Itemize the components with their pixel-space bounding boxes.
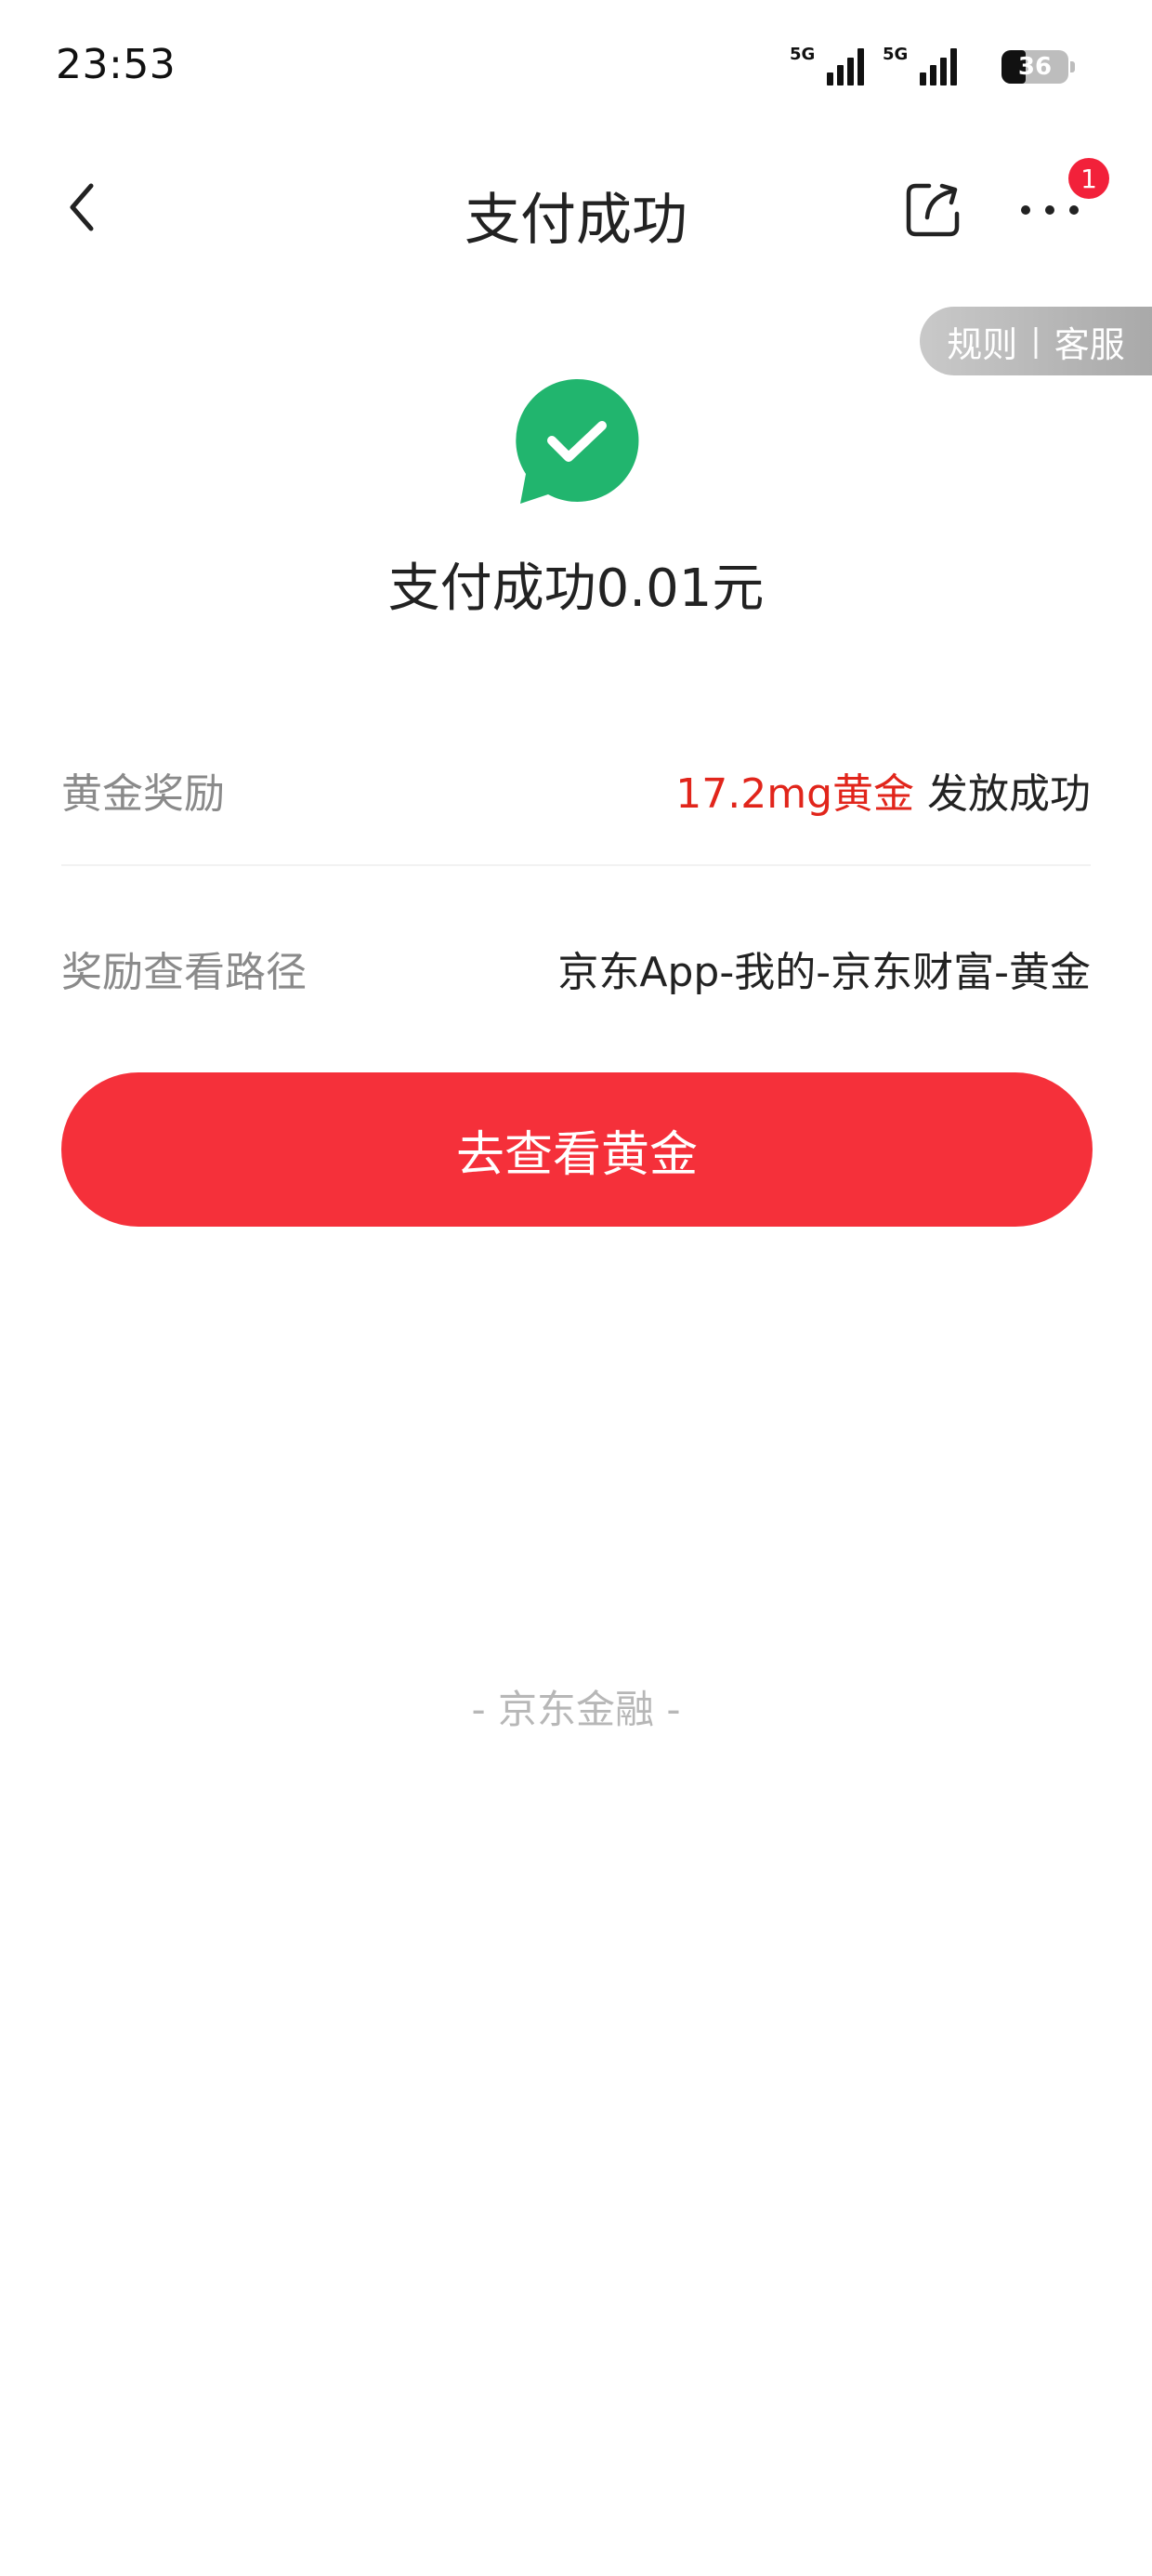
reward-path-value: 京东App-我的-京东财富-黄金: [557, 949, 1091, 996]
page-title: 支付成功: [465, 188, 687, 253]
payment-success-text: 支付成功0.01元: [387, 559, 765, 619]
signal-5g-icon: 5G: [790, 43, 873, 91]
gold-reward-value: 17.2mg黄金 发放成功: [675, 760, 1091, 820]
rules-link[interactable]: 规则: [947, 316, 1017, 367]
success-check-icon: [513, 377, 639, 506]
gold-reward-row: 黄金奖励 17.2mg黄金 发放成功: [61, 734, 1091, 836]
divider: [61, 864, 1091, 866]
reward-path-row: 奖励查看路径 京东App-我的-京东财富-黄金: [61, 913, 1091, 1015]
separator: |: [1030, 322, 1041, 360]
footer-brand: - 京东金融 -: [471, 1687, 681, 1732]
battery-icon: 36: [1001, 50, 1075, 84]
signal-label: 5G: [883, 45, 909, 64]
customer-service-link[interactable]: 客服: [1054, 316, 1125, 367]
share-button[interactable]: [901, 177, 966, 242]
battery-level: 36: [1017, 53, 1053, 81]
signal-5g-icon: 5G: [883, 43, 966, 91]
gold-reward-status: 发放成功: [914, 770, 1091, 818]
gold-reward-label: 黄金奖励: [61, 770, 225, 818]
view-gold-button[interactable]: 去查看黄金: [61, 1072, 1093, 1227]
nav-bar: 支付成功: [0, 149, 1152, 269]
share-icon: [906, 183, 960, 237]
signal-label: 5G: [790, 45, 816, 64]
notification-badge: 1: [1068, 158, 1109, 199]
reward-path-label: 奖励查看路径: [61, 949, 307, 996]
status-time: 23:53: [56, 41, 177, 88]
status-bar: 23:53 5G 5G 36: [0, 0, 1152, 130]
rules-service-pill[interactable]: 规则 | 客服: [920, 307, 1152, 375]
gold-reward-amount: 17.2mg黄金: [675, 770, 914, 818]
